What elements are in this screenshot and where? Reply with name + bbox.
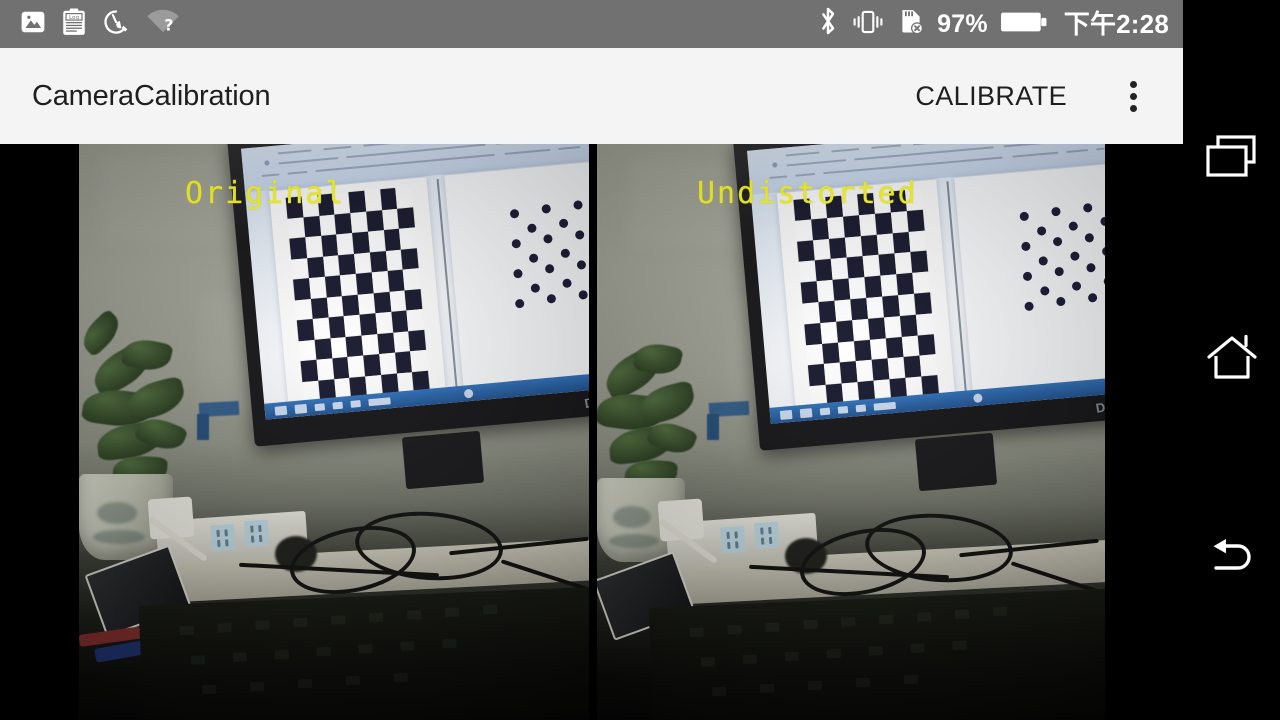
power-socket (720, 525, 746, 554)
document-page-left (269, 177, 447, 417)
page-title: CameraCalibration (32, 79, 271, 112)
calibrate-button[interactable]: CALIBRATE (903, 73, 1079, 120)
pane-original[interactable]: DELL Original (79, 144, 589, 720)
home-button[interactable] (1183, 312, 1280, 409)
sdcard-removed-icon (897, 8, 925, 41)
pane-undistorted[interactable]: DELL Undistorted (597, 144, 1105, 720)
checkerboard-pattern (285, 186, 430, 403)
monitor-stand (401, 430, 485, 490)
checkerboard-pattern (793, 188, 940, 408)
monitor-stand (914, 432, 998, 492)
keyboard (138, 586, 589, 720)
app-bar: CameraCalibration CALIBRATE (0, 48, 1183, 144)
original-camera-frame: DELL Original (79, 144, 589, 720)
clipboard-log-icon: Log (62, 8, 86, 41)
status-bar: Log ? 97% 下午2:28 (0, 0, 1183, 48)
overflow-dot (1129, 92, 1137, 100)
status-bar-clock: 下午2:28 (1063, 9, 1169, 39)
android-screen: Log ? 97% 下午2:28 CameraCalibration CALIB… (0, 0, 1280, 720)
vibrate-icon (851, 8, 885, 41)
blue-tape (707, 414, 719, 440)
plant-leaf (123, 375, 189, 423)
monitor-brand-logo: DELL (583, 389, 589, 412)
power-socket (210, 523, 236, 552)
status-bar-right-icons: 97% 下午2:28 (817, 6, 1169, 43)
power-socket (753, 521, 780, 550)
recents-icon (1204, 134, 1260, 187)
battery-percentage: 97% (937, 9, 988, 38)
bluetooth-icon (817, 6, 839, 43)
undistorted-camera-frame: DELL Undistorted (597, 144, 1105, 720)
pot-decoration (93, 530, 145, 544)
speedometer-wrench-icon (102, 8, 130, 41)
status-bar-left-icons: Log ? (20, 8, 180, 41)
svg-text:?: ? (164, 15, 173, 34)
document-page-left (776, 179, 957, 421)
image-icon (20, 9, 46, 40)
power-socket (243, 519, 270, 548)
svg-text:Log: Log (69, 14, 79, 20)
original-overlay-label: Original (185, 176, 346, 211)
keyboard (648, 588, 1105, 720)
overflow-dot (1129, 104, 1137, 112)
circle-grid-pattern (503, 190, 589, 326)
back-icon (1204, 537, 1260, 588)
pot-decoration (97, 502, 137, 524)
document-page-right (444, 154, 589, 401)
circle-grid-pattern (1013, 193, 1105, 328)
home-icon (1206, 333, 1258, 388)
wifi-question-icon: ? (146, 9, 180, 40)
calibration-preview-stage: DELL Original DELL Undistorted (0, 144, 1183, 720)
pot-decoration (609, 534, 659, 548)
monitor-brand-logo: DELL (1094, 394, 1105, 416)
document-page-right (954, 157, 1105, 406)
overflow-menu-icon[interactable] (1105, 68, 1161, 124)
overflow-dot (1129, 80, 1137, 88)
navigation-bar (1183, 0, 1280, 720)
battery-icon (1000, 9, 1048, 40)
back-button[interactable] (1183, 514, 1280, 611)
pot-decoration (613, 506, 651, 528)
blue-tape (197, 414, 209, 440)
plant-leaf (635, 379, 699, 427)
recents-button[interactable] (1183, 112, 1280, 209)
undistorted-overlay-label: Undistorted (697, 176, 918, 211)
